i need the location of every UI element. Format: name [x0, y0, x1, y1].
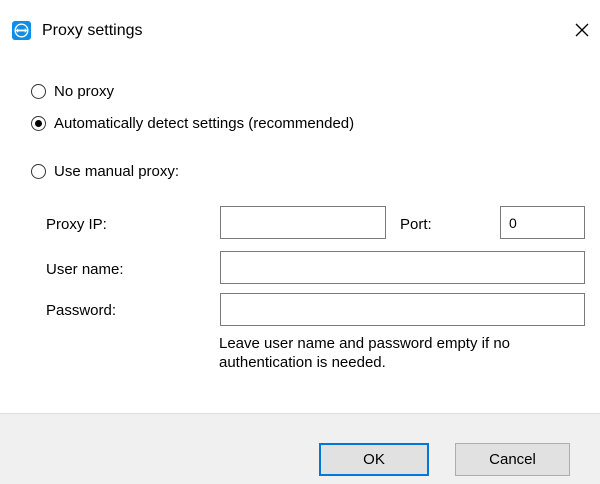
- proxy-ip-input[interactable]: [220, 206, 386, 239]
- radio-label-manual-proxy: Use manual proxy:: [54, 162, 180, 180]
- teamviewer-logo-icon: [12, 21, 31, 40]
- port-label: Port:: [400, 216, 432, 233]
- close-icon: [575, 23, 589, 37]
- radio-button[interactable]: [31, 163, 46, 179]
- close-button[interactable]: [566, 14, 598, 46]
- password-input[interactable]: [220, 293, 585, 326]
- radio-label-no-proxy: No proxy: [54, 82, 115, 100]
- radio-label-auto-detect: Automatically detect settings (recommend…: [54, 114, 355, 132]
- password-label: Password:: [46, 302, 117, 319]
- window-title: Proxy settings: [42, 22, 143, 39]
- ok-button[interactable]: OK: [319, 443, 429, 476]
- username-label: User name:: [46, 261, 124, 278]
- port-input[interactable]: [500, 206, 585, 239]
- proxy-settings-dialog: Proxy settings No proxy Automatically de…: [0, 0, 600, 484]
- radio-no-proxy[interactable]: No proxy: [31, 80, 114, 102]
- radio-manual-proxy[interactable]: Use manual proxy:: [31, 160, 179, 182]
- cancel-button[interactable]: Cancel: [455, 443, 570, 476]
- radio-auto-detect[interactable]: Automatically detect settings (recommend…: [31, 112, 354, 134]
- proxy-ip-label: Proxy IP:: [46, 216, 107, 233]
- credentials-hint: Leave user name and password empty if no…: [219, 335, 510, 371]
- title-bar: Proxy settings: [0, 0, 600, 62]
- radio-button-selected[interactable]: [31, 115, 46, 131]
- radio-button[interactable]: [31, 83, 46, 99]
- username-input[interactable]: [220, 251, 585, 284]
